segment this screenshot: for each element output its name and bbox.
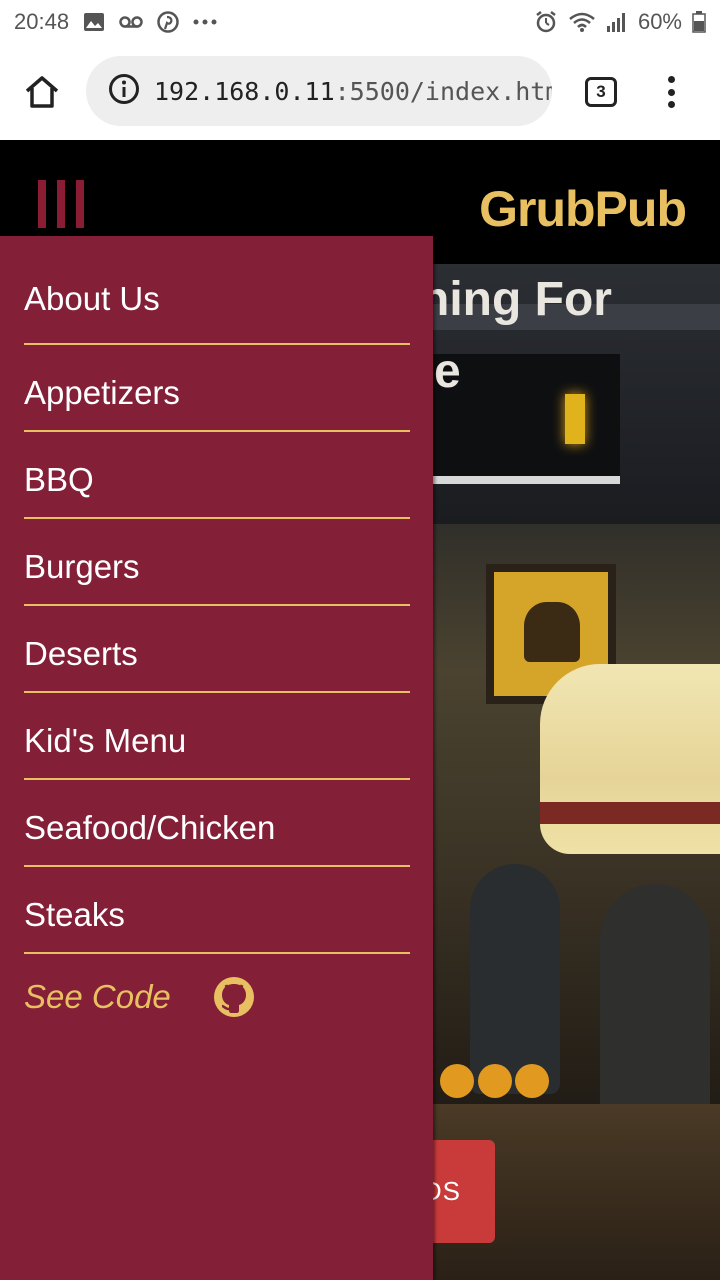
alarm-icon <box>534 10 558 34</box>
address-bar[interactable]: 192.168.0.11:5500/index.htm <box>86 56 552 126</box>
url-text: 192.168.0.11:5500/index.htm <box>154 77 552 106</box>
browser-menu-button[interactable] <box>656 70 686 114</box>
orange-fruit <box>478 1064 512 1098</box>
hamburger-menu-button[interactable] <box>38 180 84 228</box>
more-notifications-icon <box>193 19 217 25</box>
pinterest-icon <box>157 11 179 33</box>
signal-icon <box>606 11 628 33</box>
nav-item-kids-menu[interactable]: Kid's Menu <box>24 693 410 780</box>
battery-percent: 60% <box>637 9 682 34</box>
menu-dot <box>667 101 675 108</box>
hamburger-bar <box>57 180 65 228</box>
orange-fruit <box>440 1064 474 1098</box>
nav-item-steaks[interactable]: Steaks <box>24 867 410 954</box>
see-code-link[interactable]: See Code <box>24 978 171 1016</box>
home-button[interactable] <box>20 70 64 114</box>
tab-switcher-button[interactable]: 3 <box>585 77 617 107</box>
hero-headline-line: e <box>434 345 461 398</box>
hamburger-bar <box>76 180 84 228</box>
status-time: 20:48 <box>14 9 70 34</box>
status-bar: 20:48 60% <box>0 0 720 44</box>
patron-silhouette <box>470 864 560 1094</box>
nav-item-burgers[interactable]: Burgers <box>24 519 410 606</box>
nav-item-seafood-chicken[interactable]: Seafood/Chicken <box>24 780 410 867</box>
menu-dot <box>667 88 675 96</box>
wifi-icon <box>568 11 596 33</box>
menu-dot <box>667 76 675 83</box>
home-icon <box>25 76 59 108</box>
nav-item-appetizers[interactable]: Appetizers <box>24 345 410 432</box>
pendant-lamp <box>540 664 720 854</box>
nav-item-about-us[interactable]: About Us <box>24 236 410 345</box>
see-code-row: See Code <box>24 972 433 1022</box>
hamburger-bar <box>38 180 46 228</box>
nav-item-deserts[interactable]: Deserts <box>24 606 410 693</box>
info-icon[interactable] <box>108 73 140 110</box>
github-icon[interactable] <box>213 976 255 1018</box>
nav-list: About Us Appetizers BBQ Burgers Deserts … <box>0 236 433 954</box>
url-path: :5500/index.htm <box>334 76 552 106</box>
voicemail-icon <box>119 15 143 29</box>
nav-item-bbq[interactable]: BBQ <box>24 432 410 519</box>
image-icon <box>83 12 105 32</box>
brand-logo[interactable]: GrubPub <box>479 180 687 238</box>
url-host: 192.168.0.11 <box>154 76 335 106</box>
warm-light <box>565 394 585 444</box>
orange-fruit <box>515 1064 549 1098</box>
hero-headline-line: hing For <box>420 273 612 326</box>
side-nav-drawer: About Us Appetizers BBQ Burgers Deserts … <box>0 236 433 1280</box>
browser-toolbar: 192.168.0.11:5500/index.htm 3 <box>0 44 720 140</box>
battery-icon <box>692 11 706 33</box>
